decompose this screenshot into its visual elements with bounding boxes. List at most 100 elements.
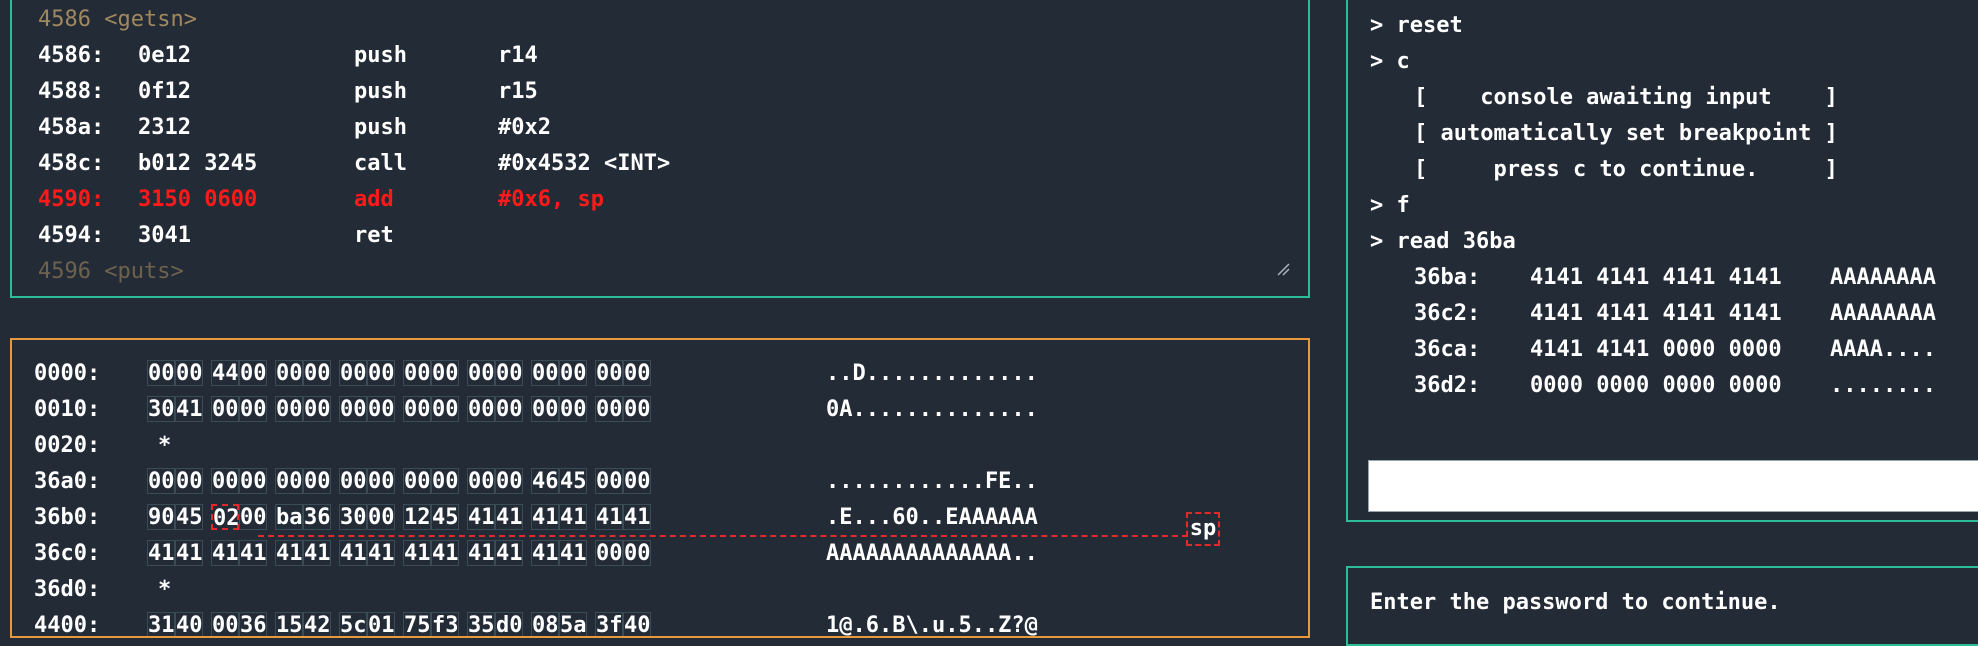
current-instruction-row[interactable]: 4590: 3150 0600 add #0x6, sp [38,182,604,218]
memory-byte[interactable]: 00 [303,360,331,386]
memory-byte[interactable]: 41 [559,504,587,530]
memory-byte[interactable]: ba [275,504,303,530]
memory-byte[interactable]: d0 [495,612,523,636]
memory-byte[interactable]: 00 [623,360,651,386]
memory-byte[interactable]: 00 [623,540,651,566]
memory-byte[interactable]: 00 [211,612,239,636]
memory-byte[interactable]: 00 [175,360,203,386]
resize-handle-icon[interactable] [1276,262,1290,276]
memory-byte[interactable]: 01 [367,612,395,636]
memory-byte[interactable]: 00 [367,360,395,386]
memory-byte[interactable]: 00 [211,468,239,494]
memory-byte[interactable]: 00 [431,396,459,422]
memory-byte[interactable]: 00 [367,396,395,422]
memory-byte[interactable]: 41 [303,540,331,566]
memory-byte[interactable]: 00 [431,360,459,386]
memory-byte[interactable]: 00 [239,396,267,422]
instruction-row[interactable]: 458a: 2312 push #0x2 [38,110,551,146]
memory-byte[interactable]: 00 [595,540,623,566]
memory-byte[interactable]: 42 [303,612,331,636]
memory-byte[interactable]: 00 [467,396,495,422]
memory-byte[interactable]: 00 [495,396,523,422]
memory-byte[interactable]: 00 [239,504,267,530]
memory-byte[interactable]: 30 [339,504,367,530]
memory-byte[interactable]: 45 [559,468,587,494]
memory-byte[interactable]: 40 [623,612,651,636]
memory-byte[interactable]: 36 [239,612,267,636]
memory-byte[interactable]: 41 [467,540,495,566]
memory-dump-panel[interactable]: 0000: 00 00 44 00 00 00 00 00 00 00 00 00 00 00 00 00 ..D… [10,338,1310,638]
memory-byte[interactable]: 00 [275,396,303,422]
memory-byte[interactable]: 00 [147,468,175,494]
memory-byte[interactable]: 00 [531,396,559,422]
memory-byte[interactable]: 31 [147,612,175,636]
memory-byte[interactable]: 30 [147,396,175,422]
memory-byte[interactable]: 12 [403,504,431,530]
memory-byte[interactable]: 41 [403,540,431,566]
memory-byte[interactable]: 00 [623,468,651,494]
memory-byte[interactable]: 90 [147,504,175,530]
memory-byte[interactable]: 41 [367,540,395,566]
memory-byte[interactable]: 41 [239,540,267,566]
memory-byte[interactable]: 5a [559,612,587,636]
memory-byte[interactable]: 3f [595,612,623,636]
memory-byte[interactable]: 00 [403,468,431,494]
memory-byte[interactable]: 00 [339,360,367,386]
instruction-row[interactable]: 4588: 0f12 push r15 [38,74,538,110]
memory-byte[interactable]: 00 [403,360,431,386]
instruction-row[interactable]: 4586: 0e12 push r14 [38,38,538,74]
memory-byte[interactable]: 41 [595,504,623,530]
memory-byte[interactable]: 41 [175,396,203,422]
memory-byte[interactable]: 40 [175,612,203,636]
memory-byte[interactable]: 00 [431,468,459,494]
memory-byte[interactable]: 00 [211,396,239,422]
memory-byte[interactable]: f3 [431,612,459,636]
memory-byte[interactable]: 00 [339,468,367,494]
memory-byte[interactable]: 36 [303,504,331,530]
memory-byte[interactable]: 41 [467,504,495,530]
memory-byte[interactable]: 00 [495,360,523,386]
memory-byte[interactable]: 00 [595,396,623,422]
memory-byte[interactable]: 00 [339,396,367,422]
memory-byte[interactable]: 00 [239,360,267,386]
memory-byte[interactable]: 75 [403,612,431,636]
memory-byte[interactable]: 35 [467,612,495,636]
memory-byte[interactable]: 00 [239,468,267,494]
memory-byte[interactable]: 08 [531,612,559,636]
memory-byte[interactable]: 41 [431,540,459,566]
memory-byte[interactable]: 41 [147,540,175,566]
memory-byte[interactable]: 00 [275,360,303,386]
memory-byte[interactable]: 00 [559,396,587,422]
memory-byte[interactable]: 41 [623,504,651,530]
instruction-row[interactable]: 458c: b012 3245 call #0x4532 <INT> [38,146,670,182]
memory-byte[interactable]: 00 [531,360,559,386]
memory-byte[interactable]: 00 [275,468,303,494]
memory-byte[interactable]: 00 [303,396,331,422]
memory-byte[interactable]: 00 [367,504,395,530]
memory-byte[interactable]: 00 [595,360,623,386]
memory-byte[interactable]: 00 [467,360,495,386]
memory-byte[interactable]: 41 [531,540,559,566]
memory-byte[interactable]: 45 [431,504,459,530]
memory-byte[interactable]: 5c [339,612,367,636]
memory-byte[interactable]: 41 [175,540,203,566]
memory-byte[interactable]: 15 [275,612,303,636]
memory-byte[interactable]: 00 [303,468,331,494]
memory-byte[interactable]: 44 [211,360,239,386]
memory-byte[interactable]: 00 [175,468,203,494]
disassembly-panel[interactable]: 4586 <getsn> 4586: 0e12 push r14 4588: 0… [10,0,1310,298]
console-command-input[interactable] [1368,460,1978,512]
memory-byte[interactable]: 41 [211,540,239,566]
memory-byte[interactable]: 41 [495,504,523,530]
memory-byte[interactable]: 41 [339,540,367,566]
memory-byte[interactable]: 00 [595,468,623,494]
memory-byte[interactable]: 00 [495,468,523,494]
memory-byte[interactable]: 41 [559,540,587,566]
memory-byte[interactable]: 46 [531,468,559,494]
memory-byte[interactable]: 41 [275,540,303,566]
memory-byte[interactable]: 00 [403,396,431,422]
memory-byte[interactable]: 00 [559,360,587,386]
memory-byte[interactable]: 00 [623,396,651,422]
memory-byte[interactable]: 02 [211,504,240,531]
memory-byte[interactable]: 00 [147,360,175,386]
